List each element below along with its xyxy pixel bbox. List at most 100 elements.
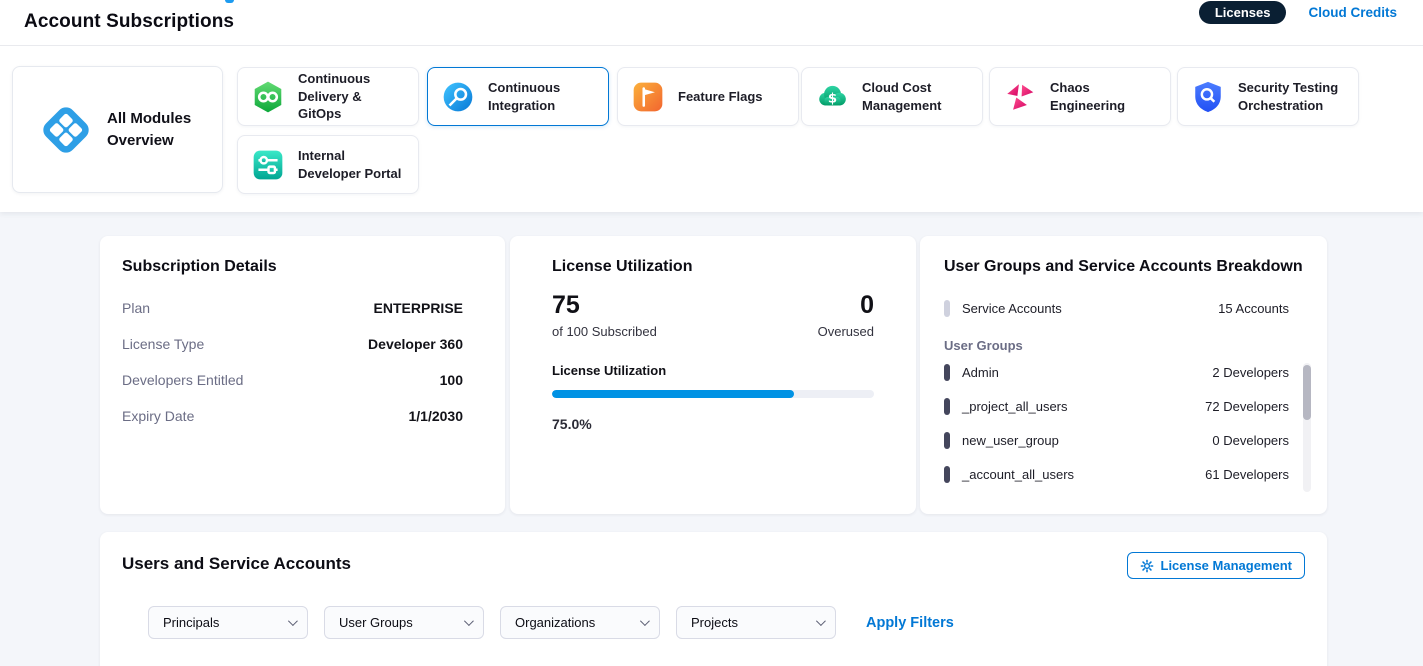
chevron-down-icon: [464, 616, 474, 626]
all-modules-overview-card[interactable]: All Modules Overview: [12, 66, 223, 193]
cloud-credits-tab[interactable]: Cloud Credits: [1308, 5, 1397, 20]
filter-dropdown-projects[interactable]: Projects: [676, 606, 836, 639]
chevron-down-icon: [640, 616, 650, 626]
user-groups-scrollbar-thumb[interactable]: [1303, 365, 1311, 420]
security-testing-icon: [1191, 80, 1225, 114]
subscription-row-label: License Type: [122, 336, 204, 352]
filter-dropdown-label: Projects: [691, 615, 738, 630]
licenses-tab[interactable]: Licenses: [1199, 1, 1287, 24]
user-group-count: 72 Developers: [1205, 399, 1289, 414]
user-group-row: _project_all_users 72 Developers: [944, 389, 1303, 423]
license-utilization-card: License Utilization 75 0 of 100 Subscrib…: [510, 236, 916, 514]
user-groups-scrollbar[interactable]: [1303, 363, 1311, 492]
subscription-details-card: Subscription Details Plan ENTERPRISELice…: [100, 236, 505, 514]
chaos-engineering-icon: [1003, 80, 1037, 114]
cloud-cost-icon: $: [815, 80, 849, 114]
module-card-feature-flags[interactable]: Feature Flags: [617, 67, 799, 126]
used-caption: of 100 Subscribed: [552, 324, 657, 339]
service-accounts-label: Service Accounts: [962, 301, 1062, 316]
utilization-percent: 75.0%: [552, 416, 874, 432]
user-group-bar-icon: [944, 364, 950, 381]
page-title: Account Subscriptions: [24, 11, 234, 33]
filter-dropdown-organizations[interactable]: Organizations: [500, 606, 660, 639]
module-card-label: Continuous Integration: [488, 79, 598, 114]
subscription-row-label: Plan: [122, 300, 150, 316]
user-group-count: 0 Developers: [1212, 433, 1289, 448]
subscription-row-label: Expiry Date: [122, 408, 194, 424]
user-group-bar-icon: [944, 432, 950, 449]
service-accounts-value: 15 Accounts: [1218, 301, 1289, 316]
chevron-down-icon: [816, 616, 826, 626]
module-card-continuous-integration[interactable]: Continuous Integration: [427, 67, 609, 126]
module-card-cloud-cost-management[interactable]: $ Cloud Cost Management: [801, 67, 983, 126]
user-group-count: 2 Developers: [1212, 365, 1289, 380]
user-group-name: _project_all_users: [962, 399, 1068, 414]
subscription-row: Developers Entitled 100: [122, 362, 483, 398]
module-card-continuous-delivery-gitops[interactable]: Continuous Delivery & GitOps: [237, 67, 419, 126]
gear-icon: [1140, 559, 1154, 573]
license-utilization-title: License Utilization: [552, 258, 874, 276]
all-modules-overview-label: All Modules Overview: [107, 108, 203, 152]
module-card-label: Internal Developer Portal: [298, 147, 408, 182]
subscription-row-label: Developers Entitled: [122, 372, 243, 388]
utilization-numbers: 75 0: [552, 292, 874, 320]
feature-flags-icon: [631, 80, 665, 114]
account-subscriptions-page: Account Subscriptions Licenses Cloud Cre…: [0, 0, 1423, 666]
module-card-label: Cloud Cost Management: [862, 79, 972, 114]
user-group-bar-icon: [944, 466, 950, 483]
license-management-button[interactable]: License Management: [1127, 552, 1306, 579]
chevron-down-icon: [288, 616, 298, 626]
svg-text:$: $: [828, 91, 837, 106]
subscription-details-title: Subscription Details: [122, 258, 483, 276]
module-card-label: Security Testing Orchestration: [1238, 79, 1348, 114]
module-selector-band: All Modules Overview Continuous Delivery…: [0, 46, 1423, 212]
breakdown-title: User Groups and Service Accounts Breakdo…: [944, 258, 1303, 276]
module-card-internal-developer-portal[interactable]: Internal Developer Portal: [237, 135, 419, 194]
subscription-row-value: 100: [440, 372, 463, 388]
header-nav: Licenses Cloud Credits: [1199, 0, 1397, 24]
module-card-security-testing-orchestration[interactable]: Security Testing Orchestration: [1177, 67, 1359, 126]
apply-filters-link[interactable]: Apply Filters: [866, 615, 954, 631]
overused-count: 0: [860, 292, 874, 320]
filter-dropdown-label: Organizations: [515, 615, 595, 630]
user-groups-label: User Groups: [944, 338, 1303, 353]
filter-dropdown-principals[interactable]: Principals: [148, 606, 308, 639]
license-management-label: License Management: [1161, 558, 1293, 573]
module-card-label: Feature Flags: [678, 88, 763, 106]
internal-dev-portal-icon: [251, 148, 285, 182]
subscription-row: License Type Developer 360: [122, 326, 483, 362]
overused-caption: Overused: [818, 324, 874, 339]
user-group-name: Admin: [962, 365, 999, 380]
utilization-bar-label: License Utilization: [552, 363, 874, 378]
utilization-progress-track: [552, 390, 874, 398]
subscription-row: Expiry Date 1/1/2030: [122, 398, 483, 434]
all-modules-icon: [39, 103, 93, 157]
used-count: 75: [552, 292, 580, 320]
service-accounts-row: Service Accounts 15 Accounts: [944, 294, 1303, 322]
content-area: Subscription Details Plan ENTERPRISELice…: [0, 212, 1423, 666]
filter-dropdown-user-groups[interactable]: User Groups: [324, 606, 484, 639]
user-group-row: Admin 2 Developers: [944, 355, 1303, 389]
subscription-row-value: Developer 360: [368, 336, 463, 352]
utilization-progress-fill: [552, 390, 794, 398]
filters-row: Principals User Groups Organizations Pro…: [122, 606, 1305, 639]
filter-dropdown-label: User Groups: [339, 615, 413, 630]
module-card-chaos-engineering[interactable]: Chaos Engineering: [989, 67, 1171, 126]
service-accounts-bar-icon: [944, 300, 950, 317]
user-group-count: 61 Developers: [1205, 467, 1289, 482]
user-group-row: _account_all_users 61 Developers: [944, 457, 1303, 491]
user-group-bar-icon: [944, 398, 950, 415]
cd-gitops-icon: [251, 80, 285, 114]
breakdown-card: User Groups and Service Accounts Breakdo…: [920, 236, 1327, 514]
user-group-name: _account_all_users: [962, 467, 1074, 482]
user-groups-list: Admin 2 Developers _project_all_users 72…: [944, 355, 1303, 491]
subscription-row-value: 1/1/2030: [409, 408, 464, 424]
subscription-row: Plan ENTERPRISE: [122, 290, 483, 326]
page-header: Account Subscriptions Licenses Cloud Cre…: [0, 0, 1423, 46]
clipped-icon-fragment: [225, 0, 234, 3]
users-and-service-accounts-card: Users and Service Accounts: [100, 532, 1327, 666]
module-card-label: Continuous Delivery & GitOps: [298, 70, 408, 123]
subscription-details-rows: Plan ENTERPRISELicense Type Developer 36…: [122, 290, 483, 434]
filter-dropdown-label: Principals: [163, 615, 219, 630]
utilization-captions: of 100 Subscribed Overused: [552, 324, 874, 339]
